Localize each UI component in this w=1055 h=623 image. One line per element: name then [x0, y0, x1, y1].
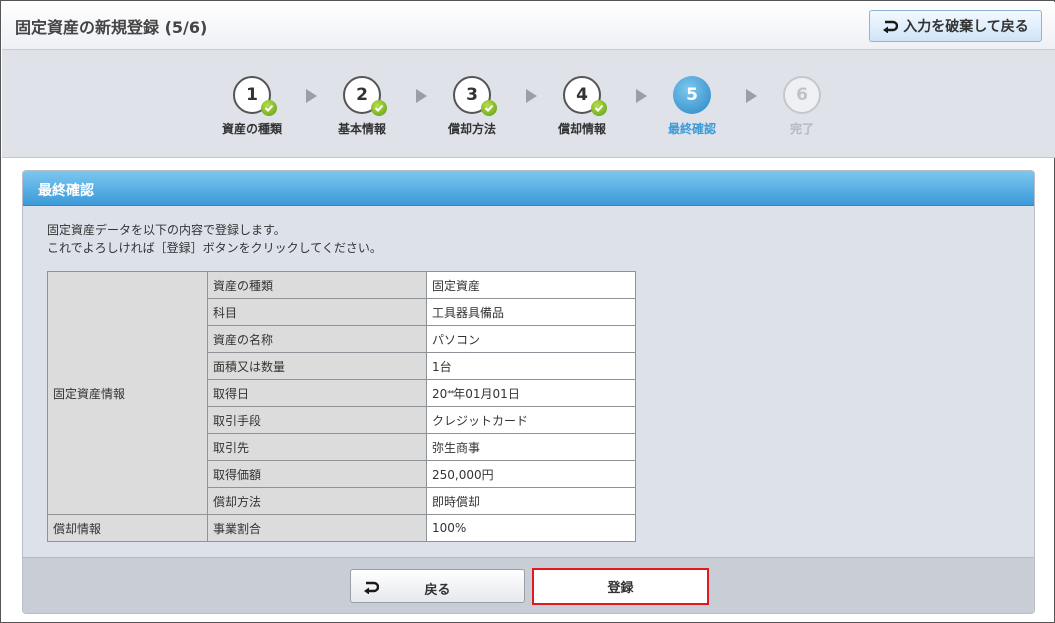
app-window: 固定資産の新規登録 (5/6) 入力を破棄して戻る 1 資産の種類 2 基本情報… [0, 0, 1055, 623]
date-year-prefix: 20 [432, 386, 448, 401]
arrow-right-icon [746, 89, 757, 103]
field-label: 取得価額 [207, 460, 427, 488]
arrow-right-icon [526, 89, 537, 103]
check-icon [261, 100, 277, 116]
step-1: 1 資産の種類 [207, 76, 297, 137]
field-value: 工具器具備品 [426, 298, 636, 326]
step-label: 資産の種類 [221, 122, 282, 136]
step-number: 2 [356, 85, 368, 105]
check-icon [591, 100, 607, 116]
step-number-circle: 5 [673, 76, 711, 114]
page-title: 固定資産の新規登録 (5/6) [15, 18, 208, 37]
arrow-right-icon [636, 89, 647, 103]
table-row: 償却情報 事業割合 100% [47, 514, 636, 542]
field-label: 面積又は数量 [207, 352, 427, 380]
step-number-circle: 4 [563, 76, 607, 116]
group-label: 固定資産情報 [47, 271, 208, 515]
final-confirmation-panel: 最終確認 固定資産データを以下の内容で登録します。 これでよろしければ［登録］ボ… [22, 170, 1035, 614]
field-value: 250,000円 [426, 460, 636, 488]
step-label: 完了 [789, 122, 814, 136]
step-number-circle: 1 [233, 76, 277, 116]
discard-and-return-button[interactable]: 入力を破棄して戻る [869, 10, 1042, 42]
asset-summary-table: 固定資産情報 資産の種類 固定資産 科目 工具器具備品 資産の名称 パソコン 面… [47, 271, 636, 542]
field-label: 取得日 [207, 379, 427, 407]
step-label: 償却方法 [447, 122, 496, 136]
field-value: 固定資産 [426, 271, 636, 299]
field-label: 科目 [207, 298, 427, 326]
return-icon [883, 20, 899, 33]
table-row: 固定資産情報 資産の種類 固定資産 [47, 271, 636, 515]
back-button-label: 戻る [424, 583, 451, 598]
header: 固定資産の新規登録 (5/6) 入力を破棄して戻る [2, 2, 1055, 50]
register-button[interactable]: 登録 [532, 568, 709, 605]
discard-button-label: 入力を破棄して戻る [903, 19, 1029, 35]
step-6: 6 完了 [757, 76, 847, 137]
description: 固定資産データを以下の内容で登録します。 これでよろしければ［登録］ボタンをクリ… [47, 221, 382, 257]
step-number: 3 [466, 85, 478, 105]
step-4: 4 償却情報 [537, 76, 627, 137]
field-label: 償却方法 [207, 487, 427, 515]
back-button[interactable]: 戻る [350, 569, 525, 603]
step-label: 基本情報 [337, 122, 386, 136]
step-number-circle: 6 [783, 76, 821, 114]
register-button-label: 登録 [607, 581, 634, 596]
step-number: 1 [246, 85, 258, 105]
field-value: 弥生商事 [426, 433, 636, 461]
action-bar: 戻る 登録 [23, 557, 1034, 613]
field-label: 事業割合 [207, 514, 427, 542]
step-number: 4 [576, 85, 588, 105]
field-label: 資産の名称 [207, 325, 427, 353]
step-2: 2 基本情報 [317, 76, 407, 137]
field-label: 取引手段 [207, 406, 427, 434]
check-icon [371, 100, 387, 116]
step-label: 償却情報 [557, 122, 606, 136]
group-label: 償却情報 [47, 514, 208, 542]
step-indicator: 1 資産の種類 2 基本情報 3 償却方法 4 償却情報 5 最終確認 6 完了 [2, 50, 1055, 158]
field-value: 100% [426, 514, 636, 542]
panel-title: 最終確認 [23, 171, 1034, 206]
description-line: 固定資産データを以下の内容で登録します。 [47, 223, 286, 237]
arrow-right-icon [306, 89, 317, 103]
arrow-right-icon [416, 89, 427, 103]
field-value: パソコン [426, 325, 636, 353]
field-value: クレジットカード [426, 406, 636, 434]
step-number-circle: 3 [453, 76, 497, 116]
description-line: これでよろしければ［登録］ボタンをクリックしてください。 [47, 241, 382, 255]
step-5: 5 最終確認 [647, 76, 737, 137]
step-number: 6 [796, 85, 808, 105]
step-number-circle: 2 [343, 76, 387, 116]
field-value: 20**年01月01日 [426, 379, 636, 407]
field-label: 資産の種類 [207, 271, 427, 299]
field-label: 取引先 [207, 433, 427, 461]
date-suffix: 年01月01日 [453, 386, 520, 401]
check-icon [481, 100, 497, 116]
step-label: 最終確認 [667, 122, 716, 136]
step-number: 5 [686, 85, 698, 105]
field-value: 即時償却 [426, 487, 636, 515]
step-3: 3 償却方法 [427, 76, 517, 137]
field-value: 1台 [426, 352, 636, 380]
